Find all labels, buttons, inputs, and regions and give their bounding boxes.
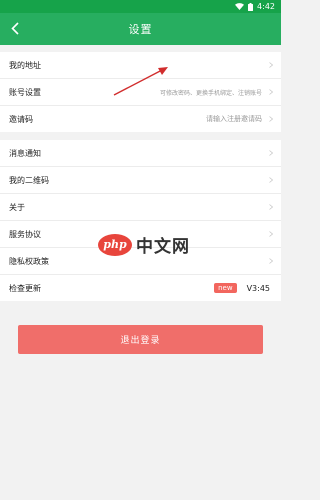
watermark: php 中文网 (98, 232, 190, 257)
chevron-right-icon (268, 231, 273, 238)
chevron-right-icon (268, 116, 273, 123)
chevron-right-icon (268, 177, 273, 184)
logout-wrap: 退出登录 (0, 325, 281, 354)
invite-code-label: 邀请码 (9, 114, 33, 124)
check-update-label: 检查更新 (9, 283, 41, 293)
about-label: 关于 (9, 202, 25, 212)
account-settings-label: 账号设置 (9, 87, 41, 97)
chevron-right-icon (268, 89, 273, 96)
annotation-arrow-icon (113, 67, 168, 96)
battery-icon (248, 2, 254, 11)
chevron-right-icon (268, 62, 273, 69)
settings-group-general: 消息通知 我的二维码 关于 服务协议 隐私权政策 检查更新 new V3:45 (0, 140, 281, 301)
qrcode-label: 我的二维码 (9, 175, 49, 185)
privacy-policy-label: 隐私权政策 (9, 256, 49, 266)
chevron-right-icon (268, 258, 273, 265)
qrcode-row[interactable]: 我的二维码 (0, 167, 281, 194)
version-text: V3:45 (246, 283, 270, 293)
my-address-label: 我的地址 (9, 60, 41, 70)
back-button[interactable] (4, 17, 26, 41)
account-settings-hint: 可修改密码、更换手机绑定、注销账号 (159, 89, 262, 97)
notifications-label: 消息通知 (9, 148, 41, 158)
about-row[interactable]: 关于 (0, 194, 281, 221)
status-bar: 4:42 (0, 0, 281, 13)
wifi-icon (235, 3, 245, 10)
notifications-row[interactable]: 消息通知 (0, 140, 281, 167)
logout-button[interactable]: 退出登录 (18, 325, 263, 354)
back-arrow-icon (11, 20, 19, 39)
new-badge: new (214, 283, 237, 293)
check-update-row[interactable]: 检查更新 new V3:45 (0, 275, 281, 301)
chevron-right-icon (268, 204, 273, 211)
app-bar: 设置 (0, 13, 281, 45)
watermark-text: 中文网 (136, 237, 190, 257)
page-title: 设置 (128, 23, 153, 36)
status-time: 4:42 (257, 2, 275, 11)
chevron-right-icon (268, 150, 273, 157)
invite-code-input[interactable]: 请输入注册邀请码 (206, 114, 262, 124)
watermark-logo: php (98, 233, 132, 256)
service-agreement-label: 服务协议 (9, 229, 41, 239)
invite-code-row[interactable]: 邀请码 请输入注册邀请码 (0, 106, 281, 132)
